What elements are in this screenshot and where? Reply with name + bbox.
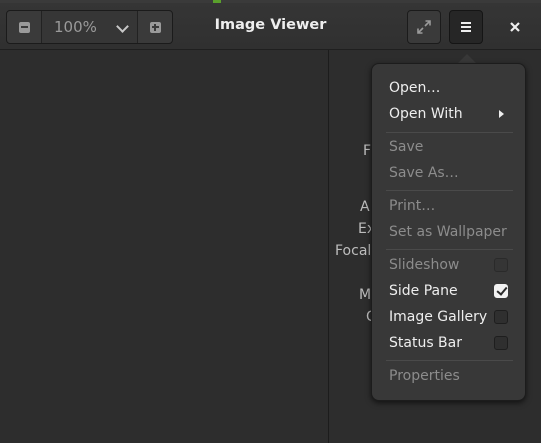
menu-separator <box>386 132 513 133</box>
menu-separator <box>386 249 513 250</box>
side-pane-checkbox[interactable] <box>494 284 508 298</box>
property-label: M <box>359 287 372 303</box>
image-canvas[interactable] <box>0 50 328 443</box>
close-icon <box>510 22 520 32</box>
headerbar: 100% Image Viewer <box>0 3 541 50</box>
menu-item-slideshow[interactable]: Slideshow <box>389 257 459 273</box>
menu-item-print[interactable]: Print… <box>389 198 435 214</box>
menu-separator <box>386 190 513 191</box>
menu-item-open-with[interactable]: Open With <box>389 106 463 122</box>
menu-separator <box>386 360 513 361</box>
menu-item-status-bar[interactable]: Status Bar <box>389 335 462 351</box>
fullscreen-button[interactable] <box>407 10 441 44</box>
status-bar-checkbox[interactable] <box>494 336 508 350</box>
hamburger-menu-icon <box>461 22 471 32</box>
main-menu-popover: Open… Open With Save Save As… Print… Set… <box>371 63 526 401</box>
menu-item-save[interactable]: Save <box>389 139 423 155</box>
close-button[interactable] <box>500 10 530 44</box>
menu-item-save-as[interactable]: Save As… <box>389 165 459 181</box>
menu-item-set-as-wallpaper[interactable]: Set as Wallpaper <box>389 224 507 240</box>
menu-item-image-gallery[interactable]: Image Gallery <box>389 309 487 325</box>
image-gallery-checkbox[interactable] <box>494 310 508 324</box>
property-label: A <box>360 199 370 215</box>
menu-item-open[interactable]: Open… <box>389 80 440 96</box>
submenu-arrow-icon <box>499 110 504 118</box>
menu-item-side-pane[interactable]: Side Pane <box>389 283 458 299</box>
fullscreen-icon <box>417 20 431 34</box>
main-menu-button[interactable] <box>449 10 483 44</box>
menu-item-properties[interactable]: Properties <box>389 368 460 384</box>
property-label: F <box>363 143 372 159</box>
slideshow-checkbox[interactable] <box>494 258 508 272</box>
property-label: Focal <box>335 243 372 259</box>
